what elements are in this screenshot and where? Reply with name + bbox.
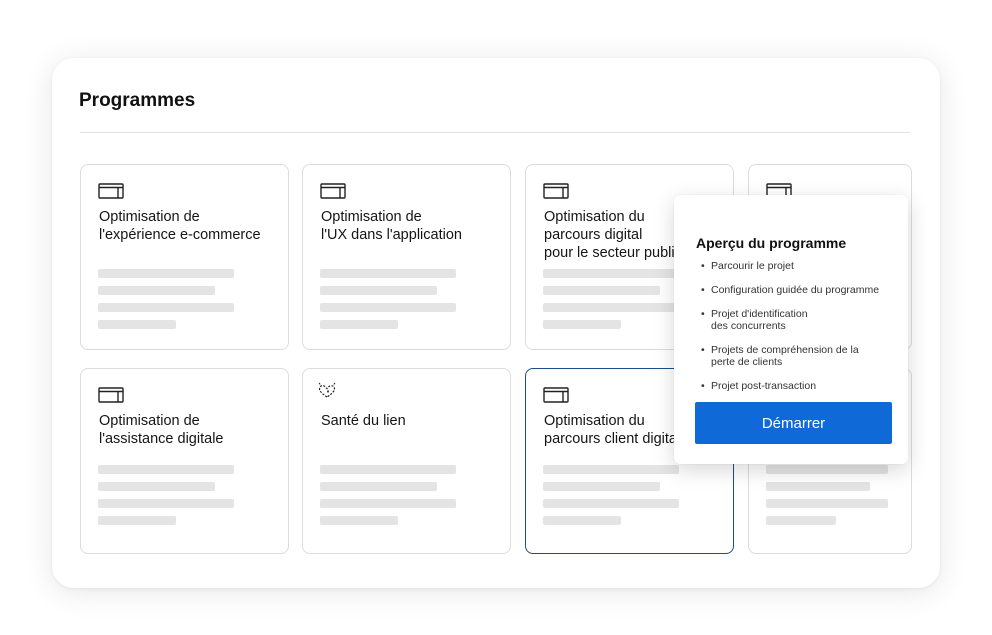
placeholder-bar: [98, 516, 176, 525]
card-title: Optimisation de l'expérience e-commerce: [99, 209, 261, 243]
placeholder-bar: [98, 303, 234, 312]
popover-item: Projet d'identification des concurrents: [701, 308, 901, 332]
card-icon: [543, 183, 569, 204]
card-title: Santé du lien: [321, 413, 406, 429]
divider: [80, 132, 910, 133]
program-card[interactable]: Optimisation de l'UX dans l'application: [302, 164, 511, 350]
program-card[interactable]: Optimisation de l'expérience e-commerce: [80, 164, 289, 350]
placeholder-bar: [320, 320, 398, 329]
placeholder-bar: [543, 482, 660, 491]
placeholder-bar: [98, 482, 215, 491]
placeholder-bar: [320, 482, 437, 491]
placeholder-bar: [543, 286, 660, 295]
placeholder-bar: [98, 269, 234, 278]
popover-item: Projets de compréhension de la perte de …: [701, 344, 901, 368]
popover-title: Aperçu du programme: [696, 235, 847, 251]
placeholder-bar: [320, 465, 456, 474]
placeholder-bar: [98, 286, 215, 295]
placeholder-bar: [98, 320, 176, 329]
program-card[interactable]: Optimisation de l'assistance digitale: [80, 368, 289, 554]
placeholder-bar: [320, 303, 456, 312]
placeholder-bar: [98, 499, 234, 508]
card-icon: [320, 183, 346, 204]
popover-item-list: Parcourir le projet Configuration guidée…: [701, 260, 901, 404]
program-card[interactable]: Santé du lien: [302, 368, 511, 554]
placeholder-bar: [320, 286, 437, 295]
popover-item: Parcourir le projet: [701, 260, 901, 272]
placeholder-bar: [98, 465, 234, 474]
placeholder-bar: [543, 516, 621, 525]
heart-sparkle-icon: [316, 381, 338, 406]
card-icon: [98, 183, 124, 204]
panel-title: Programmes: [79, 90, 196, 111]
popover-item: Projet post-transaction: [701, 380, 901, 392]
placeholder-bar: [766, 482, 870, 491]
placeholder-bar: [320, 499, 456, 508]
card-title: Optimisation de l'UX dans l'application: [321, 209, 462, 243]
start-button[interactable]: Démarrer: [695, 402, 892, 444]
placeholder-bar: [766, 465, 888, 474]
placeholder-bar: [543, 465, 679, 474]
placeholder-bar: [766, 499, 888, 508]
card-icon: [98, 387, 124, 408]
placeholder-bar: [543, 320, 621, 329]
placeholder-bar: [543, 499, 679, 508]
card-title: Optimisation de l'assistance digitale: [99, 413, 224, 447]
placeholder-bar: [543, 269, 679, 278]
program-overview-popover: Aperçu du programme Parcourir le projet …: [674, 195, 908, 464]
placeholder-bar: [543, 303, 679, 312]
placeholder-bar: [320, 516, 398, 525]
placeholder-bar: [320, 269, 456, 278]
popover-item: Configuration guidée du programme: [701, 284, 901, 296]
placeholder-bar: [766, 516, 836, 525]
card-icon: [543, 387, 569, 408]
